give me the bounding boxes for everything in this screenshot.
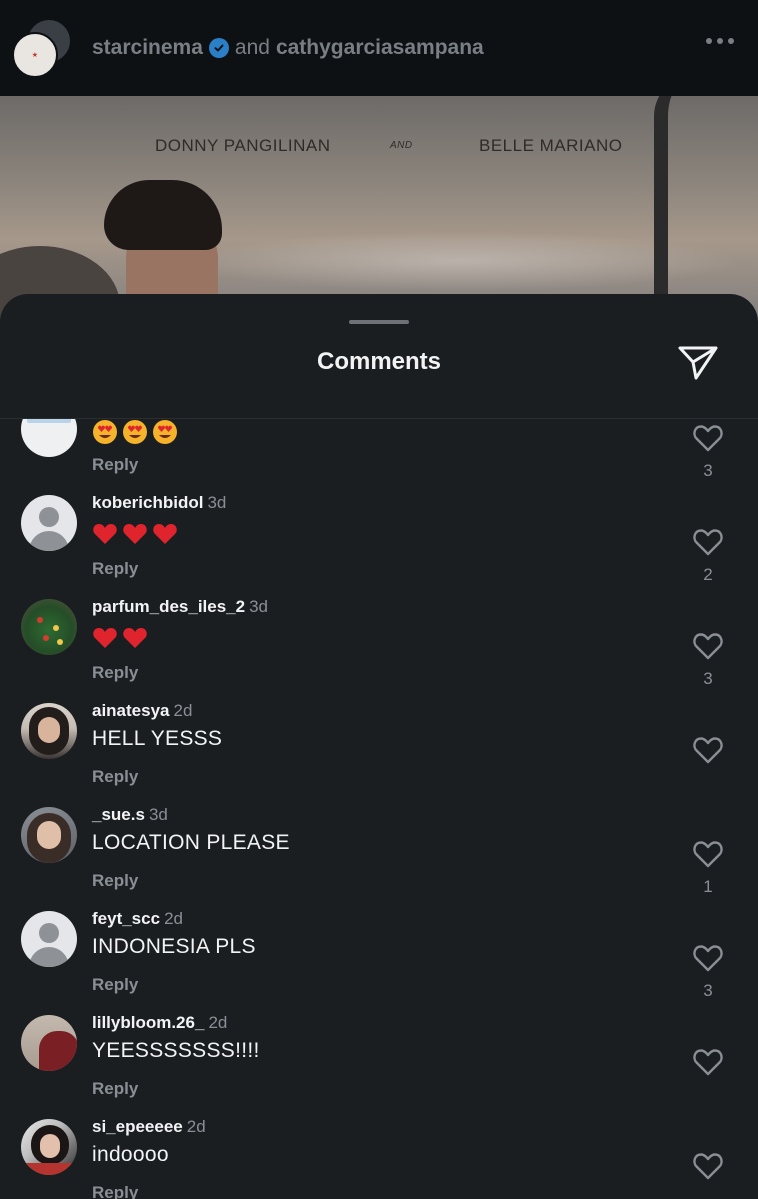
reply-button[interactable]: Reply	[92, 455, 138, 475]
avatar-starcinema[interactable]: ★	[12, 32, 58, 78]
like-count: 2	[703, 565, 713, 584]
comment-username[interactable]: koberichbidol 3d	[92, 493, 226, 513]
sheet-title: Comments	[316, 348, 442, 375]
heart-outline-icon[interactable]	[692, 943, 724, 973]
more-options-icon[interactable]	[706, 38, 734, 44]
heart-outline-icon[interactable]	[692, 735, 724, 765]
starcinema-logo: ★	[31, 52, 39, 59]
author-starcinema[interactable]: starcinema	[92, 36, 203, 60]
reply-button[interactable]: Reply	[92, 559, 138, 579]
reply-button[interactable]: Reply	[92, 871, 138, 891]
reply-button[interactable]: Reply	[92, 975, 138, 995]
heart-eyes-emoji-icon	[92, 419, 118, 445]
comments-sheet: Comments Reply 3 koberichbidol 3d Reply …	[0, 294, 758, 1199]
comment-time: 2d	[164, 909, 183, 928]
comment-emoji	[92, 521, 178, 547]
reply-button[interactable]: Reply	[92, 767, 138, 787]
poster-name-right: BELLE MARIANO	[479, 136, 623, 155]
comment-username[interactable]: parfum_des_iles_2 3d	[92, 597, 268, 617]
comment-time: 3d	[207, 493, 227, 512]
poster-name-left: DONNY PANGILINAN	[155, 136, 331, 155]
comment-item: si_epeeeee 2d indoooo Reply	[0, 1113, 758, 1199]
red-heart-emoji-icon	[122, 625, 148, 651]
heart-outline-icon[interactable]	[692, 839, 724, 869]
avatar[interactable]	[21, 599, 77, 655]
author-cathygarciasampana[interactable]: cathygarciasampana	[276, 36, 484, 60]
comment-username[interactable]: lillybloom.26_ 2d	[92, 1013, 227, 1033]
comment-item: lillybloom.26_ 2d YEESSSSSSS!!!! Reply	[0, 1009, 758, 1113]
comment-emoji	[92, 419, 178, 445]
comment-item: ainatesya 2d HELL YESSS Reply	[0, 697, 758, 801]
comment-item: koberichbidol 3d Reply 2	[0, 489, 758, 593]
poster-and: AND	[390, 140, 413, 151]
verified-badge-icon	[208, 38, 229, 58]
avatar[interactable]	[21, 1119, 77, 1175]
like-count: 1	[703, 877, 713, 896]
reply-button[interactable]: Reply	[92, 1183, 138, 1199]
comment-username[interactable]: _sue.s 3d	[92, 805, 168, 825]
comment-username[interactable]: feyt_scc 2d	[92, 909, 183, 929]
red-heart-emoji-icon	[92, 625, 118, 651]
comment-time: 3d	[148, 805, 168, 824]
comment-item: _sue.s 3d LOCATION PLEASE Reply 1	[0, 801, 758, 905]
comment-text: HELL YESSS	[92, 727, 223, 750]
comment-text: INDONESIA PLS	[92, 935, 256, 958]
comment-item: parfum_des_iles_2 3d Reply 3	[0, 593, 758, 697]
avatar[interactable]	[21, 1015, 77, 1071]
comment-list[interactable]: Reply 3 koberichbidol 3d Reply 2 parfum_…	[0, 419, 758, 1199]
heart-eyes-emoji-icon	[152, 419, 178, 445]
comment-username[interactable]: si_epeeeee 2d	[92, 1117, 206, 1137]
comment-time: 2d	[186, 1117, 206, 1136]
comment-item: feyt_scc 2d INDONESIA PLS Reply 3	[0, 905, 758, 1009]
collab-avatars[interactable]: ★	[12, 18, 72, 78]
authors-connector: and	[234, 36, 270, 59]
comment-text: indoooo	[92, 1143, 169, 1166]
like-count: 3	[703, 981, 713, 1000]
heart-outline-icon[interactable]	[692, 631, 724, 661]
avatar[interactable]	[21, 495, 77, 551]
comment-time: 2d	[173, 701, 193, 720]
post-comments-screen: ★ starcinema and cathygarciasampana DONN…	[0, 0, 758, 1199]
avatar[interactable]	[21, 807, 77, 863]
like-count: 3	[703, 669, 713, 688]
reply-button[interactable]: Reply	[92, 663, 138, 683]
like-count: 3	[703, 461, 713, 480]
red-heart-emoji-icon	[92, 521, 118, 547]
comment-time: 2d	[208, 1013, 228, 1032]
heart-outline-icon[interactable]	[692, 527, 724, 557]
comment-username[interactable]: ainatesya 2d	[92, 701, 192, 721]
heart-outline-icon[interactable]	[692, 1047, 724, 1077]
post-authors: starcinema and cathygarciasampana	[92, 36, 484, 60]
heart-outline-icon[interactable]	[692, 423, 724, 453]
comment-text: LOCATION PLEASE	[92, 831, 290, 854]
red-heart-emoji-icon	[122, 521, 148, 547]
send-paper-plane-icon[interactable]	[676, 342, 720, 382]
red-heart-emoji-icon	[152, 521, 178, 547]
avatar[interactable]	[21, 703, 77, 759]
comment-text: YEESSSSSSS!!!!	[92, 1039, 260, 1062]
comment-emoji	[92, 625, 148, 651]
comment-time: 3d	[249, 597, 269, 616]
avatar[interactable]	[21, 911, 77, 967]
heart-outline-icon[interactable]	[692, 1151, 724, 1181]
reply-button[interactable]: Reply	[92, 1079, 138, 1099]
sheet-drag-handle[interactable]	[349, 320, 409, 324]
post-header: ★ starcinema and cathygarciasampana	[0, 0, 758, 96]
heart-eyes-emoji-icon	[122, 419, 148, 445]
